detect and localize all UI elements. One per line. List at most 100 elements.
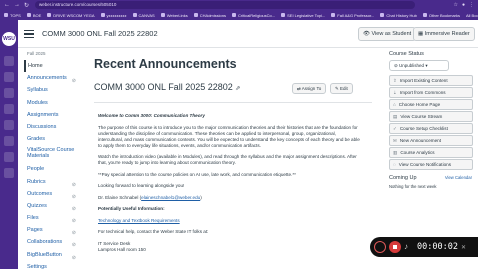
- wsu-logo[interactable]: WSU: [2, 32, 16, 46]
- bookmark-item[interactable]: TOPS: [4, 13, 21, 18]
- publish-status-dropdown[interactable]: ⊘ Unpublished ▾: [389, 60, 449, 71]
- course-nav-item[interactable]: Files ⊘: [24, 212, 76, 224]
- sidebar-action-button[interactable]: ✉ New Announcement: [389, 135, 473, 146]
- course-nav-item[interactable]: Grades: [24, 133, 76, 145]
- star-icon[interactable]: ☆: [453, 2, 457, 8]
- view-calendar-link[interactable]: View Calendar: [445, 175, 478, 181]
- reload-icon[interactable]: ↻: [24, 2, 29, 9]
- bookmark-icon: [132, 13, 137, 17]
- bookmark-item[interactable]: Other Bookmarks: [422, 12, 460, 18]
- course-title[interactable]: COMM 3000 ONL Fall 2025 22802: [42, 29, 158, 38]
- publish-status-label: Unpublished: [399, 63, 425, 68]
- action-label: Choose Home Page: [398, 102, 441, 107]
- course-nav-item[interactable]: Home: [24, 60, 76, 73]
- course-nav-item[interactable]: People: [24, 163, 76, 175]
- sidebar-action-button[interactable]: ▤ View Course Stream: [389, 111, 473, 122]
- bookmark-item[interactable]: CANVAS: [132, 13, 155, 18]
- bookmark-item[interactable]: SEI Legislative Topi...: [281, 13, 325, 18]
- edit-button[interactable]: ✎ Edit: [330, 83, 353, 94]
- bookmark-item[interactable]: Chat History Hub: [380, 13, 417, 18]
- course-nav-label: Discussions: [27, 123, 57, 130]
- bookmark-icon: [26, 13, 31, 17]
- bookmark-item[interactable]: WeberLinks: [160, 13, 188, 18]
- course-nav-label: Assignments: [27, 111, 59, 118]
- history-icon[interactable]: [4, 152, 14, 162]
- chevron-down-icon: ▾: [425, 63, 428, 68]
- profile-icon[interactable]: ●: [462, 2, 465, 8]
- bookmark-label: Other Bookmarks: [428, 12, 460, 18]
- course-nav-label: Modules: [27, 99, 48, 106]
- bookmark-item[interactable]: yzzzzzzzzz: [100, 13, 127, 18]
- sidebar-action-button[interactable]: ▥ Course Analytics: [389, 147, 473, 158]
- bookmark-label: DRIVE WSCOM YEGA: [53, 12, 95, 18]
- coming-up-row: Coming Up View Calendar: [389, 175, 478, 181]
- pin-icon: ⇗: [235, 86, 241, 92]
- help-icon[interactable]: [4, 168, 14, 178]
- account-icon[interactable]: [4, 56, 14, 66]
- action-label: New Announcement: [399, 138, 441, 143]
- view-as-student-button[interactable]: 👁 View as Student: [358, 27, 417, 41]
- inbox-icon[interactable]: [4, 136, 14, 146]
- course-nav-item[interactable]: Outcomes ⊘: [24, 188, 76, 200]
- course-nav-label: Settings: [27, 263, 47, 269]
- browser-nav: ← → ↻: [0, 2, 29, 9]
- admin-icon[interactable]: [4, 72, 14, 82]
- course-nav-item[interactable]: BigBlueButton ⊘: [24, 249, 76, 261]
- sidebar-action-button[interactable]: ⇣ Import from Commons: [389, 87, 473, 98]
- course-nav-item[interactable]: Assignments: [24, 109, 76, 121]
- pause-button[interactable]: [389, 241, 401, 253]
- signature: Dr. Elaine Schnabel (elaineschnabel1@web…: [98, 195, 360, 201]
- back-icon[interactable]: ←: [4, 2, 10, 9]
- course-nav-item[interactable]: Syllabus: [24, 84, 76, 96]
- bookmark-item[interactable]: CriticalReligiousCo...: [231, 13, 275, 18]
- close-icon[interactable]: ✕: [461, 244, 466, 251]
- sidebar-action-button[interactable]: ◌ View Course Notifications: [389, 159, 473, 170]
- course-nav-item[interactable]: Collaborations ⊘: [24, 236, 76, 248]
- mic-icon[interactable]: ♪: [404, 242, 414, 252]
- announcement-title[interactable]: COMM 3000 ONL Fall 2025 22802 ⇗: [94, 82, 240, 92]
- bookmark-label: SEI Legislative Topi...: [287, 12, 326, 18]
- bookmark-item[interactable]: Fall A&G Professor...: [331, 13, 374, 18]
- global-nav: WSU: [0, 20, 18, 269]
- course-nav-item[interactable]: Announcements ⊘: [24, 72, 76, 84]
- signature-close: ): [200, 194, 202, 200]
- bookmark-item[interactable]: CHAdmissions: [193, 13, 226, 18]
- sidebar-action-button[interactable]: ⌂ Choose Home Page: [389, 99, 473, 110]
- forward-icon[interactable]: →: [14, 2, 20, 9]
- course-term: Fall 2025: [27, 51, 46, 56]
- bookmark-icon: [47, 13, 52, 17]
- course-nav-item[interactable]: Rubrics ⊘: [24, 176, 76, 188]
- sidebar-actions: ⇪ Import Existing Content ⇣ Import from Com…: [389, 75, 478, 170]
- tech-requirements-link[interactable]: Technology and Textbook Requirements: [98, 218, 180, 223]
- immersive-reader-button[interactable]: ▦ Immersive Reader: [413, 27, 475, 41]
- bookmark-icon: [4, 13, 8, 17]
- course-nav-item[interactable]: Discussions: [24, 121, 76, 133]
- bookmark-icon: [193, 13, 198, 17]
- all-bookmarks[interactable]: All Bookmarks: [466, 13, 478, 18]
- bookmark-item[interactable]: BOE: [26, 13, 41, 18]
- closing-paragraph: Looking forward to learning alongside yo…: [98, 183, 185, 188]
- record-indicator-icon: [374, 241, 386, 253]
- url-bar[interactable]: weber.instructure.com/courses/505010: [35, 1, 416, 9]
- announcement-divider: [94, 102, 372, 103]
- course-nav-item[interactable]: VitalSource Course Materials: [24, 145, 76, 163]
- tech-help-text: For technical help, contact the Weber St…: [98, 229, 209, 234]
- it-address: Lampros Hall room 150: [98, 246, 146, 252]
- course-nav-item[interactable]: Settings: [24, 261, 76, 269]
- menu-icon[interactable]: ⋮: [469, 2, 474, 8]
- sidebar-action-button[interactable]: ✓ Course Setup Checklist: [389, 123, 473, 134]
- course-nav-item[interactable]: Quizzes ⊘: [24, 200, 76, 212]
- course-nav-item[interactable]: Modules: [24, 97, 76, 109]
- dashboard-icon[interactable]: [4, 88, 14, 98]
- assign-to-button[interactable]: ⇄ Assign To: [292, 83, 327, 94]
- bookmark-icon: [331, 13, 336, 17]
- header-divider: [18, 47, 478, 48]
- course-nav-item[interactable]: Pages ⊘: [24, 224, 76, 236]
- bookmark-icon: [100, 13, 105, 17]
- sidebar-action-button[interactable]: ⇪ Import Existing Content: [389, 75, 473, 86]
- calendar-icon[interactable]: [4, 120, 14, 130]
- bookmark-item[interactable]: DRIVE WSCOM YEGA: [47, 12, 95, 18]
- courses-icon[interactable]: [4, 104, 14, 114]
- signature-email-link[interactable]: elaineschnabel1@weber.edu: [141, 195, 200, 200]
- course-nav-toggle[interactable]: [24, 30, 34, 39]
